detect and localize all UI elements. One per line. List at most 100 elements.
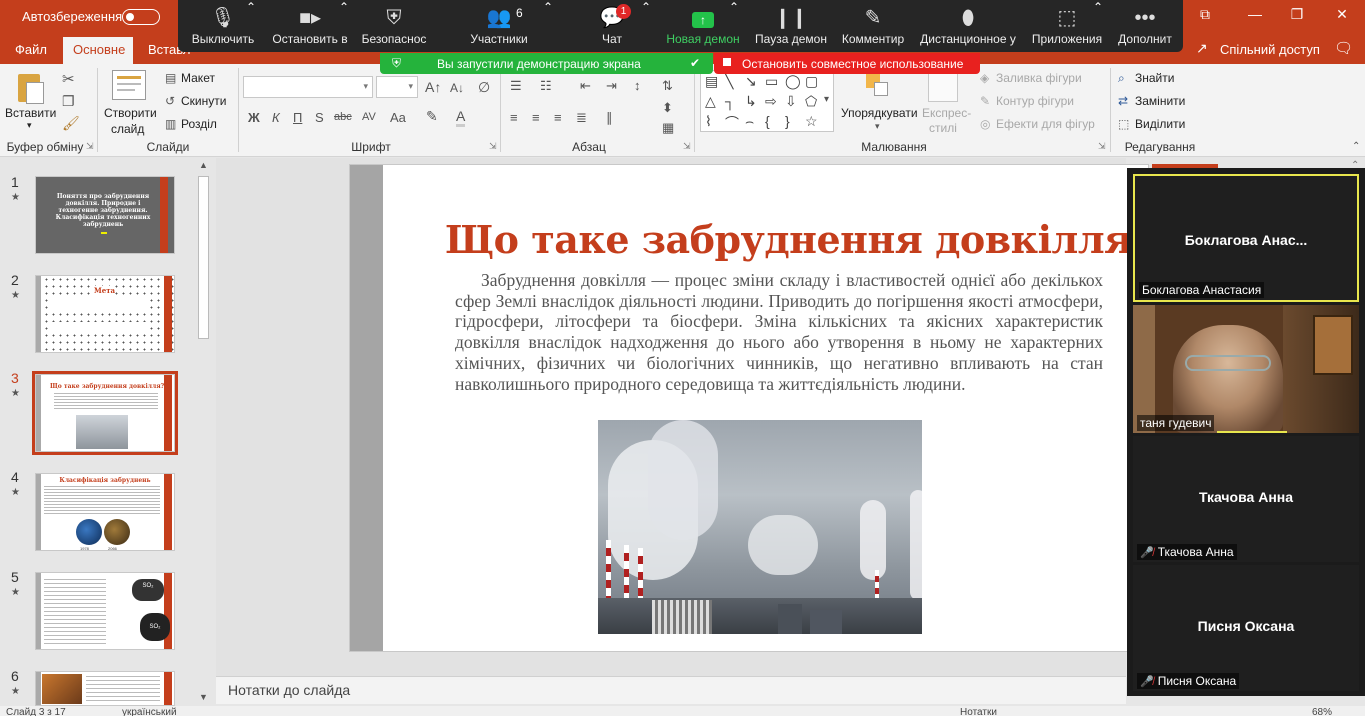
- font-name-input[interactable]: ▾: [243, 76, 373, 98]
- rounded-rect-shape-icon[interactable]: ▢: [805, 73, 818, 90]
- share-options-icon[interactable]: ⌃: [729, 0, 739, 52]
- close-icon[interactable]: ✕: [1327, 6, 1357, 26]
- highlight-icon[interactable]: ✎: [426, 108, 438, 125]
- rectangle-shape-icon[interactable]: ▭: [765, 73, 778, 90]
- more-button[interactable]: ••• Дополнит: [1114, 0, 1176, 52]
- bold-button[interactable]: Ж: [248, 110, 260, 125]
- star-shape-icon[interactable]: ☆: [805, 113, 818, 130]
- increase-indent-icon[interactable]: ⇥: [606, 78, 617, 94]
- apps-options-icon[interactable]: ⌃: [1093, 0, 1103, 52]
- align-center-icon[interactable]: ≡: [532, 110, 540, 125]
- align-right-icon[interactable]: ≡: [554, 110, 562, 125]
- comments-icon[interactable]: 🗨: [1334, 39, 1353, 57]
- minimize-icon[interactable]: —: [1240, 6, 1270, 26]
- decrease-indent-icon[interactable]: ⇤: [580, 78, 591, 94]
- paste-dropdown-icon[interactable]: ▾: [27, 120, 32, 131]
- bullets-icon[interactable]: ☰: [510, 78, 522, 94]
- slide-thumbnail-6[interactable]: [35, 671, 175, 706]
- chat-options-icon[interactable]: ⌃: [641, 0, 651, 52]
- text-box-shape-icon[interactable]: ▤: [705, 73, 718, 90]
- zoom-level[interactable]: 68%: [1312, 707, 1332, 716]
- drawing-launcher-icon[interactable]: ⇲: [1098, 141, 1106, 152]
- slide-title[interactable]: Що таке забруднення довкілля?: [445, 217, 1148, 262]
- line-shape-icon[interactable]: ╲: [725, 73, 733, 90]
- section-button[interactable]: Розділ: [181, 117, 217, 131]
- paste-icon[interactable]: [12, 70, 48, 104]
- numbering-icon[interactable]: ☷: [540, 78, 552, 94]
- notes-pane[interactable]: Нотатки до слайда: [216, 676, 1126, 704]
- remote-control-button[interactable]: ⬮ Дистанционное у: [918, 0, 1018, 52]
- tab-file[interactable]: Файл: [15, 42, 47, 57]
- find-button[interactable]: Знайти: [1135, 71, 1174, 85]
- quick-styles-button[interactable]: Експрес-: [922, 106, 971, 120]
- shadow-button[interactable]: S: [315, 110, 324, 125]
- pause-share-button[interactable]: ❙❙ Пауза демон: [754, 0, 828, 52]
- arrange-icon[interactable]: [862, 72, 894, 102]
- italic-button[interactable]: К: [272, 110, 280, 125]
- slide-thumbnail-3[interactable]: Що таке забруднення довкілля?: [32, 371, 178, 455]
- elbow-connector-icon[interactable]: ┐: [725, 93, 735, 109]
- tab-home[interactable]: Основне: [63, 37, 133, 64]
- paragraph-launcher-icon[interactable]: ⇲: [683, 141, 691, 152]
- char-spacing-button[interactable]: AV: [362, 111, 376, 123]
- panel-scroll-up-icon[interactable]: ⌃: [1351, 160, 1359, 171]
- triangle-shape-icon[interactable]: △: [705, 93, 716, 110]
- columns-icon[interactable]: ∥: [606, 110, 613, 126]
- notes-toggle[interactable]: Нотатки: [960, 707, 997, 716]
- right-arrow-shape-icon[interactable]: ⇨: [765, 93, 777, 110]
- video-tile[interactable]: таня гудевич: [1133, 305, 1359, 433]
- maximize-icon[interactable]: ❐: [1282, 6, 1312, 26]
- font-size-input[interactable]: ▾: [376, 76, 418, 98]
- arrange-dropdown-icon[interactable]: ▾: [875, 121, 880, 132]
- pollution-photo[interactable]: [598, 420, 922, 634]
- slide-thumbnail-5[interactable]: SO₂ SO₂: [35, 572, 175, 650]
- shape-effects-button[interactable]: Ефекти для фігур: [996, 117, 1095, 131]
- cut-icon[interactable]: ✂: [62, 70, 75, 88]
- arrange-button[interactable]: Упорядкувати: [841, 106, 918, 120]
- reset-button[interactable]: Скинути: [181, 94, 226, 108]
- slide-thumbnail-4[interactable]: Класифікація забруднень 1978 2066: [35, 473, 175, 551]
- freeform-shape-icon[interactable]: ⌇: [705, 113, 712, 130]
- replace-button[interactable]: Замінити: [1135, 94, 1185, 108]
- mute-options-icon[interactable]: ⌃: [246, 0, 256, 52]
- video-tile[interactable]: Писня Оксана 🎤̸ Писня Оксана: [1133, 565, 1359, 691]
- video-tile[interactable]: Боклагова Анас... Боклагова Анастасия: [1133, 174, 1359, 302]
- layout-button[interactable]: Макет: [181, 71, 215, 85]
- shrink-font-icon[interactable]: A↓: [450, 81, 464, 95]
- video-tile[interactable]: Ткачова Анна 🎤̸ Ткачова Анна: [1133, 436, 1359, 562]
- arrow-line-shape-icon[interactable]: ↘: [745, 73, 757, 90]
- grow-font-icon[interactable]: A↑: [425, 79, 441, 95]
- strikethrough-button[interactable]: abc: [334, 111, 352, 123]
- slide-thumbnail-1[interactable]: Поняття про забруднення довкілля. Природ…: [35, 176, 175, 254]
- stop-share-button[interactable]: Остановить совместное использование: [714, 53, 980, 74]
- restore-small-icon[interactable]: ⧉: [1190, 6, 1220, 26]
- thumbnail-scrollbar[interactable]: ▲ ▼: [197, 160, 210, 705]
- stop-video-button[interactable]: ■▸ Остановить в: [270, 0, 350, 52]
- security-button[interactable]: ⛨ Безопаснос: [358, 0, 430, 52]
- slide-thumbnail-2[interactable]: Мета: [35, 275, 175, 353]
- slide-canvas[interactable]: Що таке забруднення довкілля? Забрудненн…: [349, 164, 1149, 652]
- clear-format-icon[interactable]: ∅: [478, 79, 490, 96]
- line-spacing-icon[interactable]: ↕: [634, 78, 641, 93]
- arc-shape-icon[interactable]: ⌢: [745, 113, 754, 130]
- brace-right-icon[interactable]: }: [785, 113, 790, 129]
- brace-left-icon[interactable]: {: [765, 113, 770, 129]
- copy-icon[interactable]: ❐: [62, 93, 75, 110]
- language-status[interactable]: український: [122, 707, 177, 716]
- participants-button[interactable]: 👥 Участники 6: [462, 0, 536, 52]
- pentagon-shape-icon[interactable]: ⬠: [805, 93, 817, 110]
- shapes-more-icon[interactable]: ▾: [824, 94, 829, 105]
- down-arrow-shape-icon[interactable]: ⇩: [785, 93, 797, 110]
- autosave-toggle[interactable]: [122, 9, 160, 25]
- smartart-icon[interactable]: ▦: [662, 120, 674, 136]
- justify-icon[interactable]: ≣: [576, 110, 587, 126]
- format-painter-icon[interactable]: 🖌: [62, 115, 80, 132]
- scroll-up-icon[interactable]: ▲: [199, 160, 208, 170]
- align-text-icon[interactable]: ⬍: [662, 100, 673, 116]
- slide-body-text[interactable]: Забруднення довкілля — процес зміни скла…: [455, 270, 1103, 394]
- curve-shape-icon[interactable]: ⌒: [725, 113, 739, 133]
- select-button[interactable]: Виділити: [1135, 117, 1185, 131]
- align-left-icon[interactable]: ≡: [510, 110, 518, 125]
- shapes-gallery[interactable]: ▤ ╲ ↘ ▭ ◯ ▢ △ ┐ ↳ ⇨ ⇩ ⬠ ⌇ ⌒ ⌢ { } ☆: [700, 70, 834, 132]
- elbow-arrow-icon[interactable]: ↳: [745, 93, 757, 110]
